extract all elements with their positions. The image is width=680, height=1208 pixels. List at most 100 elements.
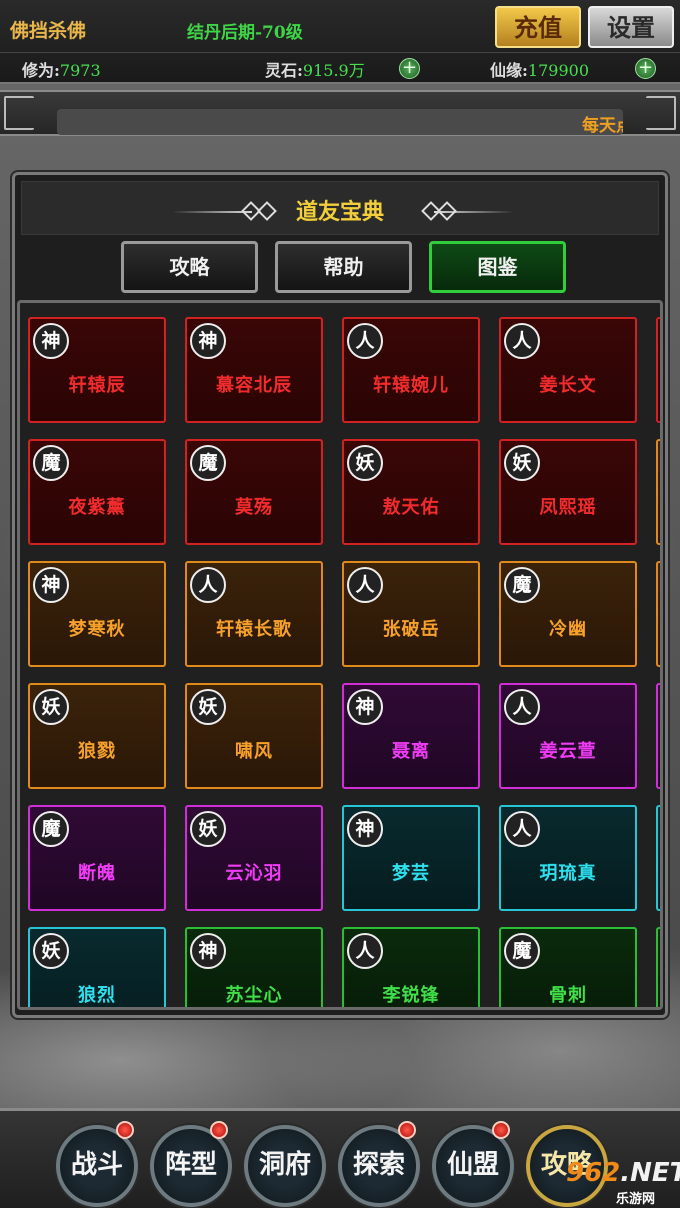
codex-card-partial[interactable] [656, 561, 660, 667]
codex-card[interactable]: 妖狼戮 [28, 683, 166, 789]
codex-card[interactable]: 魔夜紫薰 [28, 439, 166, 545]
ornament-right-icon [646, 96, 676, 130]
player-name: 佛挡杀佛 [10, 20, 87, 42]
race-badge: 妖 [504, 445, 540, 481]
codex-card[interactable]: 魔冷幽 [499, 561, 637, 667]
nav-button[interactable]: 洞府 [244, 1125, 326, 1207]
character-name: 莫殇 [235, 497, 273, 518]
race-badge: 人 [190, 567, 226, 603]
race-badge: 人 [504, 323, 540, 359]
spirit-stone-value: 915.9万 [302, 61, 365, 80]
character-name: 慕容北辰 [216, 375, 292, 396]
codex-card[interactable]: 人张破岳 [342, 561, 480, 667]
codex-card[interactable]: 人姜云萱 [499, 683, 637, 789]
ornament-left-icon [4, 96, 34, 130]
codex-card[interactable]: 妖狼烈 [28, 927, 166, 1007]
race-badge: 妖 [190, 689, 226, 725]
add-spirit-stone-icon[interactable]: + [399, 58, 420, 79]
panel-header: 道友宝典 [21, 181, 659, 235]
player-rank: 结丹后期-70级 [187, 23, 303, 43]
race-badge: 人 [347, 933, 383, 969]
status-bar: 佛挡杀佛 结丹后期-70级 充值 设置 修为:7973 灵石:915.9万 + … [0, 0, 680, 84]
race-badge: 妖 [190, 811, 226, 847]
watermark-suffix: .NET [620, 1158, 680, 1188]
announcement-ticker: 每天点 [57, 109, 623, 135]
race-badge: 魔 [33, 445, 69, 481]
codex-card[interactable]: 神梦寒秋 [28, 561, 166, 667]
character-name: 凤熙瑶 [539, 497, 597, 518]
immortal-fate-label: 仙缘: [490, 61, 528, 80]
immortal-fate-value: 179900 [527, 61, 589, 80]
codex-card[interactable]: 妖啸风 [185, 683, 323, 789]
notification-dot-icon [398, 1121, 416, 1139]
tab-strategy[interactable]: 攻略 [121, 241, 258, 293]
race-badge: 魔 [190, 445, 226, 481]
tab-codex[interactable]: 图鉴 [429, 241, 566, 293]
character-name: 轩辕婉儿 [373, 375, 449, 396]
cultivation-value: 7973 [59, 61, 101, 80]
race-badge: 人 [347, 567, 383, 603]
codex-card[interactable]: 神苏尘心 [185, 927, 323, 1007]
race-badge: 妖 [347, 445, 383, 481]
codex-card[interactable]: 妖凤熙瑶 [499, 439, 637, 545]
codex-card-partial[interactable] [656, 317, 660, 423]
recharge-button[interactable]: 充值 [495, 6, 581, 48]
character-name: 聂离 [392, 741, 430, 762]
immortal-fate-stat: 仙缘:179900 [490, 57, 589, 81]
race-badge: 妖 [33, 689, 69, 725]
watermark-subtitle: 乐游网 [616, 1192, 656, 1207]
codex-card[interactable]: 妖云沁羽 [185, 805, 323, 911]
codex-card[interactable]: 人姜长文 [499, 317, 637, 423]
codex-card[interactable]: 神慕容北辰 [185, 317, 323, 423]
character-name: 冷幽 [549, 619, 587, 640]
cultivation-stat: 修为:7973 [22, 57, 101, 81]
character-name: 李锐锋 [382, 985, 440, 1006]
codex-card-partial[interactable] [656, 805, 660, 911]
character-name: 云沁羽 [225, 863, 283, 884]
codex-card[interactable]: 人玥琉真 [499, 805, 637, 911]
announcement-text: 每天点 [582, 116, 623, 135]
codex-card[interactable]: 人轩辕婉儿 [342, 317, 480, 423]
character-name: 骨刺 [549, 985, 587, 1006]
race-badge: 妖 [33, 933, 69, 969]
race-badge: 神 [347, 811, 383, 847]
codex-card[interactable]: 魔断魄 [28, 805, 166, 911]
codex-card[interactable]: 魔莫殇 [185, 439, 323, 545]
cultivation-label: 修为: [22, 61, 60, 80]
spirit-stone-stat: 灵石:915.9万 [265, 57, 365, 81]
codex-card-partial[interactable] [656, 683, 660, 789]
race-badge: 人 [504, 811, 540, 847]
character-name: 苏尘心 [225, 985, 283, 1006]
codex-card[interactable]: 神梦芸 [342, 805, 480, 911]
announcement-bar: 每天点 [0, 90, 680, 136]
watermark-number: 962 [566, 1158, 621, 1188]
tab-help[interactable]: 帮助 [275, 241, 412, 293]
race-badge: 神 [33, 567, 69, 603]
character-name: 姜长文 [539, 375, 597, 396]
codex-card[interactable]: 妖敖天佑 [342, 439, 480, 545]
race-badge: 神 [33, 323, 69, 359]
character-name: 轩辕辰 [68, 375, 126, 396]
race-badge: 神 [347, 689, 383, 725]
character-name: 张破岳 [382, 619, 440, 640]
status-row-identity: 佛挡杀佛 结丹后期-70级 充值 设置 [0, 0, 680, 50]
codex-card-partial[interactable] [656, 927, 660, 1007]
character-name: 梦芸 [392, 863, 430, 884]
notification-dot-icon [492, 1121, 510, 1139]
status-row-resources: 修为:7973 灵石:915.9万 + 仙缘:179900 + [0, 52, 680, 82]
race-badge: 人 [504, 689, 540, 725]
codex-card[interactable]: 神聂离 [342, 683, 480, 789]
codex-card[interactable]: 人李锐锋 [342, 927, 480, 1007]
codex-card[interactable]: 魔骨刺 [499, 927, 637, 1007]
character-name: 姜云萱 [539, 741, 597, 762]
codex-card[interactable]: 神轩辕辰 [28, 317, 166, 423]
codex-card-partial[interactable] [656, 439, 660, 545]
character-name: 玥琉真 [539, 863, 597, 884]
notification-dot-icon [116, 1121, 134, 1139]
codex-card[interactable]: 人轩辕长歌 [185, 561, 323, 667]
character-name: 啸风 [235, 741, 273, 762]
character-codex-grid: 神轩辕辰神慕容北辰人轩辕婉儿人姜长文魔夜紫薰魔莫殇妖敖天佑妖凤熙瑶神梦寒秋人轩辕… [17, 300, 663, 1010]
add-immortal-fate-icon[interactable]: + [635, 58, 656, 79]
settings-button[interactable]: 设置 [588, 6, 674, 48]
character-name: 轩辕长歌 [216, 619, 292, 640]
